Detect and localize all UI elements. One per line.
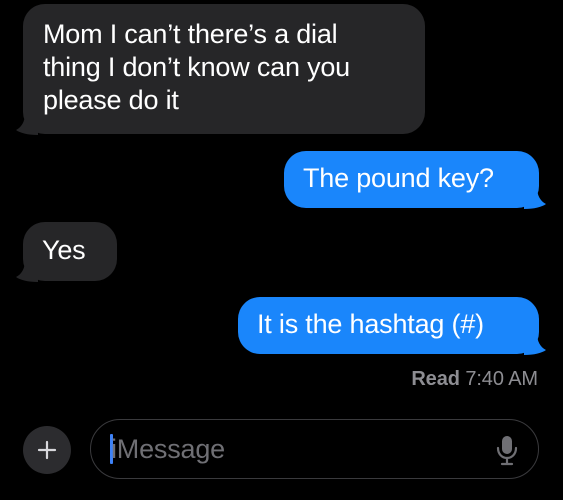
message-text-line: Mom I can’t there’s a dial	[43, 19, 338, 49]
microphone-icon[interactable]	[496, 434, 518, 466]
read-time: 7:40 AM	[465, 368, 538, 390]
message-thread: Mom I can’t there’s a dial thing I don’t…	[0, 0, 563, 410]
message-input[interactable]: iMessage	[90, 419, 539, 479]
incoming-message-bubble[interactable]: Yes	[16, 222, 117, 282]
bubble-tail	[16, 113, 38, 135]
add-attachment-button[interactable]	[23, 426, 71, 474]
message-text: It is the hashtag (#)	[257, 309, 484, 339]
message-text: The pound key?	[303, 163, 494, 193]
bubble-tail	[524, 187, 546, 209]
incoming-message-bubble[interactable]: Mom I can’t there’s a dial thing I don’t…	[16, 4, 425, 135]
message-text-line: thing I don’t know can you	[43, 52, 351, 82]
plus-icon	[37, 440, 57, 460]
read-status: Read	[411, 368, 460, 390]
bubble-tail	[524, 333, 546, 355]
outgoing-message-bubble[interactable]: It is the hashtag (#)	[238, 297, 546, 355]
outgoing-message-bubble[interactable]: The pound key?	[284, 151, 546, 209]
message-text-line: please do it	[43, 85, 179, 115]
message-input-placeholder: iMessage	[111, 434, 225, 464]
message-text: Yes	[42, 235, 86, 265]
message-composer: iMessage	[0, 410, 563, 500]
bubble-tail	[16, 260, 38, 282]
read-receipt: Read 7:40 AM	[411, 368, 538, 391]
